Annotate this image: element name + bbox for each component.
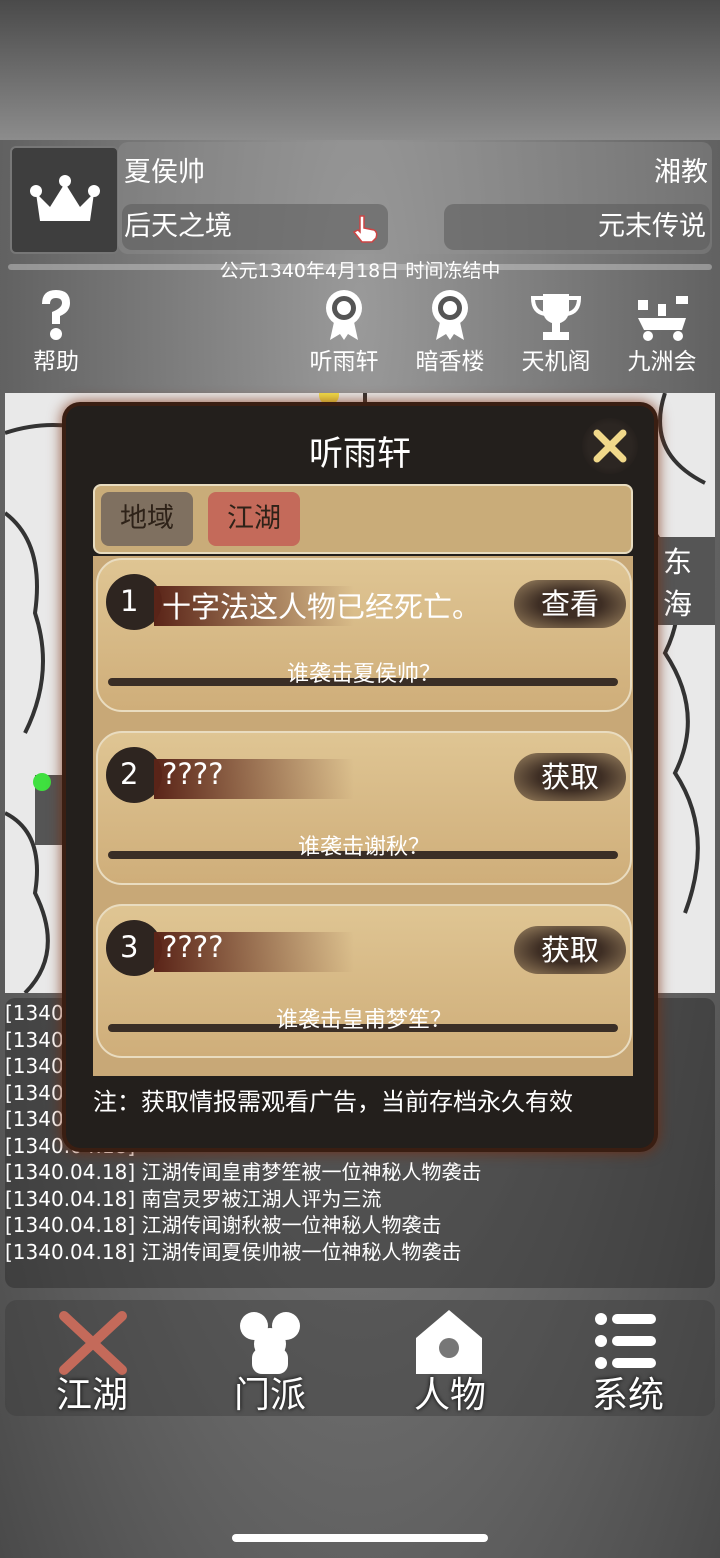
era-pill[interactable]: 元末传说 (444, 204, 710, 250)
menu-jiuzhouhui-label: 九洲会 (627, 349, 697, 375)
intel-question: 谁袭击谢秋？ (297, 835, 430, 860)
menu-tianjige-label: 天机阁 (521, 349, 591, 375)
nav-xitong-label: 系统 (591, 1375, 664, 1416)
player-sect: 湘教 (654, 157, 708, 188)
nav-xitong[interactable]: 系统 (558, 1306, 698, 1416)
trophy-icon (530, 294, 582, 340)
view-button[interactable]: 查看 (514, 580, 626, 628)
tap-hand-icon (352, 215, 378, 243)
intel-number: 3 (120, 930, 139, 964)
modal-note: 注：获取情报需观看广告，当前存档永久有效 (93, 1088, 573, 1116)
tab-diyu[interactable]: 地域 (101, 492, 193, 546)
log-line: [1340.04.18] 江湖传闻谢秋被一位神秘人物袭击 (5, 1213, 442, 1237)
date-status: 公元1340年4月18日 时间冻结中 (219, 260, 501, 282)
map-marker-green[interactable] (33, 773, 51, 791)
tab-jianghu[interactable]: 江湖 (208, 492, 300, 546)
menu-tianjige[interactable]: 天机阁 (506, 286, 606, 376)
medal-icon (432, 290, 468, 340)
intel-title: ???? (162, 757, 224, 791)
close-button[interactable] (582, 418, 638, 474)
nav-jianghu-label: 江湖 (55, 1375, 128, 1416)
log-line: [1340.04.18] 江湖传闻皇甫梦笙被一位神秘人物袭击 (5, 1160, 482, 1184)
menu-tingyuxuan[interactable]: 听雨轩 (294, 286, 394, 376)
list-icon (595, 1313, 656, 1369)
intel-title: 十字法这人物已经死亡。 (162, 590, 482, 624)
menu-anxianglou-label: 暗香楼 (415, 349, 485, 375)
medal-icon (326, 290, 362, 340)
nav-menpai[interactable]: 门派 (200, 1306, 340, 1416)
tingyuxuan-modal: 听雨轩 地域 江湖 1 十字法这人物已经死亡。 查看 谁袭击夏侯帅？ 2 ???… (66, 406, 654, 1148)
crown-icon (29, 175, 100, 221)
home-indicator[interactable] (232, 1534, 488, 1542)
nav-menpai-label: 门派 (233, 1375, 306, 1416)
nav-renwu[interactable]: 人物 (380, 1306, 520, 1416)
get-button[interactable]: 获取 (514, 926, 626, 974)
player-name: 夏侯帅 (124, 157, 205, 188)
tab-bar: 地域 江湖 (93, 484, 633, 554)
realm-label: 后天之境 (124, 211, 232, 242)
log-line: [1340.04.18] 南宫灵罗被江湖人评为三流 (5, 1186, 382, 1211)
menu-help[interactable]: 帮助 (6, 286, 106, 376)
era-label: 元末传说 (598, 211, 706, 242)
intel-card: 3 ???? 获取 谁袭击皇甫梦笙？ (96, 904, 632, 1058)
menu-help-label: 帮助 (33, 349, 79, 375)
cart-icon (638, 296, 688, 341)
realm-pill[interactable]: 后天之境 (122, 204, 388, 250)
avatar-button[interactable] (10, 146, 119, 254)
nav-jianghu[interactable]: 江湖 (22, 1306, 162, 1416)
modal-title: 听雨轩 (309, 434, 411, 474)
region-label: 东海 (657, 537, 715, 625)
top-background (0, 0, 720, 140)
question-icon (42, 290, 70, 340)
intel-title: ???? (162, 930, 224, 964)
nav-renwu-label: 人物 (413, 1375, 486, 1416)
intel-card: 2 ???? 获取 谁袭击谢秋？ (96, 731, 632, 885)
menu-anxianglou[interactable]: 暗香楼 (400, 286, 500, 376)
intel-card: 1 十字法这人物已经死亡。 查看 谁袭击夏侯帅？ (96, 558, 632, 712)
close-icon (593, 429, 627, 463)
intel-list[interactable]: 1 十字法这人物已经死亡。 查看 谁袭击夏侯帅？ 2 ???? 获取 谁袭击谢秋… (93, 556, 633, 1076)
get-button[interactable]: 获取 (514, 753, 626, 801)
intel-number: 1 (120, 584, 139, 618)
menu-jiuzhouhui[interactable]: 九洲会 (612, 286, 712, 376)
menu-tingyuxuan-label: 听雨轩 (309, 349, 379, 375)
intel-question: 谁袭击夏侯帅？ (286, 662, 441, 687)
intel-number: 2 (120, 757, 139, 791)
intel-question: 谁袭击皇甫梦笙？ (275, 1008, 452, 1033)
log-line: [1340.04.18] 江湖传闻夏侯帅被一位神秘人物袭击 (5, 1239, 462, 1264)
